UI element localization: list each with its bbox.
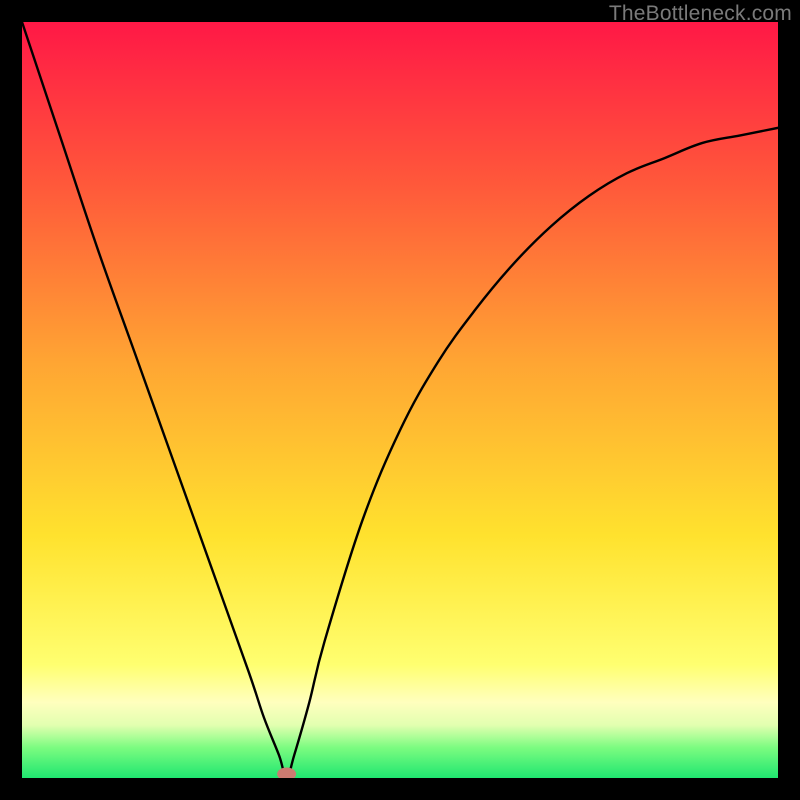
bottleneck-plot-svg xyxy=(22,22,778,778)
bottleneck-curve xyxy=(22,22,778,778)
chart-area xyxy=(22,22,778,778)
optimal-point-marker xyxy=(278,768,296,778)
